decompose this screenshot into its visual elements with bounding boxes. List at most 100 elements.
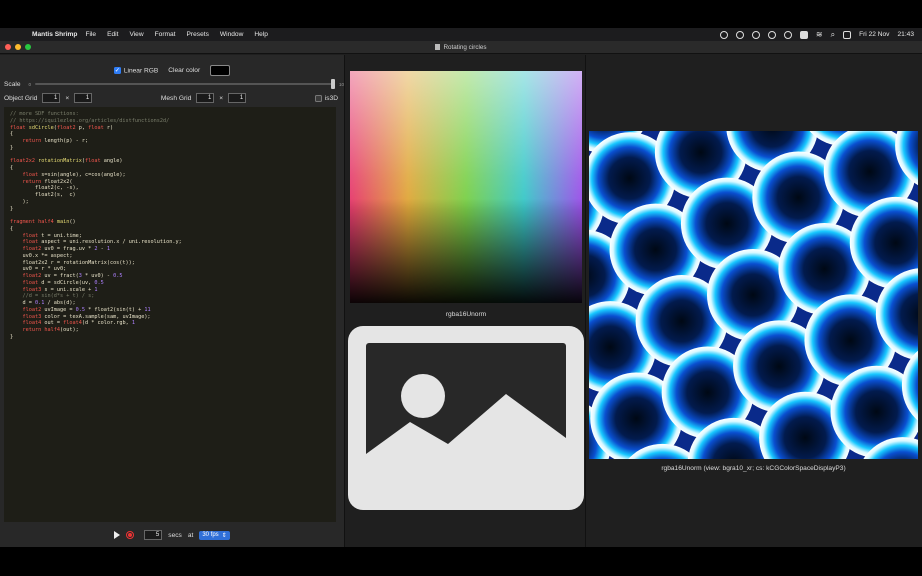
code-line: );: [10, 198, 29, 205]
code-line: d = 0.1 / abs(d);: [10, 300, 76, 306]
scale-label: Scale: [4, 80, 21, 88]
clear-color-well[interactable]: [210, 65, 231, 76]
image-drop-well[interactable]: [348, 326, 584, 510]
grid-row: Object Grid 1 × 1 Mesh Grid 1 × 1 is3D: [4, 93, 338, 103]
code-line: return float2x2(: [22, 178, 73, 185]
code-line: return half4(out);: [22, 327, 79, 333]
menu-bar: Mantis Shrimp File Edit View Format Pres…: [0, 28, 922, 41]
slider-track: [35, 83, 335, 85]
mesh-grid-x-field[interactable]: 1: [196, 93, 215, 103]
menu-help[interactable]: Help: [254, 31, 268, 38]
is3d-checkbox[interactable]: [314, 94, 322, 102]
output-format-label: rgba16Unorm (view: bgra10_xr; cs: kCGCol…: [661, 465, 846, 472]
linear-rgb-toggle[interactable]: ✓ Linear RGB: [113, 66, 159, 75]
rotating-circles-render: [589, 131, 918, 459]
playback-bar: 5 secs at 30 fps ⇕: [0, 526, 344, 544]
render-options: ✓ Linear RGB Clear color: [0, 65, 344, 76]
close-button[interactable]: [5, 44, 11, 50]
zoom-button[interactable]: [25, 44, 31, 50]
status-add-icon[interactable]: [767, 30, 776, 39]
code-line: float2 uv = fract(3 * uv0) - 0.5: [22, 273, 123, 279]
title-bar[interactable]: Rotating circles: [0, 41, 922, 54]
minimize-button[interactable]: [15, 44, 21, 50]
menu-file[interactable]: File: [85, 31, 96, 38]
scale-slider[interactable]: [35, 79, 335, 89]
object-grid-label: Object Grid: [4, 94, 38, 102]
status-area: ≋ ⌕ Fri 22 Nov 21:43: [719, 30, 914, 40]
code-line: float2(s, c): [10, 192, 76, 198]
fps-value: 30 fps: [202, 532, 219, 538]
code-line: uv0 = r * uv0;: [10, 266, 67, 273]
code-line: // https://iquilezles.org/articles/distf…: [10, 117, 170, 124]
menubar-date[interactable]: Fri 22 Nov: [859, 31, 889, 38]
menubar-time[interactable]: 21:43: [897, 31, 914, 38]
code-line: float2x2 r = rotationMatrix(cos(t));: [10, 259, 135, 266]
control-center-icon[interactable]: [843, 30, 852, 39]
linear-rgb-label: Linear RGB: [123, 67, 159, 75]
status-sync-icon[interactable]: [735, 30, 744, 39]
mesh-grid-y-field[interactable]: 1: [228, 93, 247, 103]
scale-min: 0: [28, 81, 32, 87]
editor-panel: ✓ Linear RGB Clear color Scale 0 10 Objec…: [0, 55, 344, 547]
app-window: Rotating circles ✓ Linear RGB Clear color…: [0, 41, 922, 547]
scale-row: Scale 0 10: [4, 79, 344, 89]
play-icon[interactable]: [114, 531, 121, 539]
document-icon: [435, 44, 441, 50]
times-sign: ×: [65, 94, 70, 102]
code-line: fragment half4 main(): [10, 219, 76, 225]
code-line: float t = uni.time;: [22, 232, 82, 239]
status-app-icon[interactable]: [719, 30, 728, 39]
code-line: }: [10, 205, 14, 212]
object-grid-x-field[interactable]: 1: [42, 93, 61, 103]
checkmark-icon[interactable]: ✓: [113, 66, 121, 74]
record-icon[interactable]: [126, 531, 135, 539]
divider[interactable]: [585, 55, 586, 547]
mesh-grid-label: Mesh Grid: [160, 94, 192, 102]
window-controls: [5, 44, 31, 50]
object-grid-y-field[interactable]: 1: [74, 93, 93, 103]
updown-chevron-icon: ⇕: [221, 532, 227, 539]
code-line: float sdCircle(float2 p, float r): [10, 124, 114, 131]
clear-color-label: Clear color: [168, 67, 201, 74]
code-line: float s=sin(angle), c=cos(angle);: [22, 171, 126, 178]
menu-view[interactable]: View: [129, 31, 143, 38]
wifi-icon[interactable]: ≋: [816, 30, 823, 39]
code-line: float4 out = float4(d * color.rgb, 1: [22, 320, 135, 327]
code-line: // more SDF functions:: [10, 111, 79, 117]
divider[interactable]: [344, 55, 345, 547]
code-line: float2x2 rotationMatrix(float angle): [10, 158, 123, 165]
texture-format-label: rgba16Unorm: [445, 311, 487, 318]
window-title: Rotating circles: [443, 43, 487, 51]
code-line: }: [10, 144, 14, 151]
code-line: float3 s = uni.scale + 1: [22, 286, 98, 293]
code-line: {: [10, 165, 14, 171]
code-line: float3 color = texA.sample(sam, uvImage)…: [22, 313, 151, 320]
menu-edit[interactable]: Edit: [107, 31, 118, 38]
code-line: float2(c, -s),: [10, 185, 79, 192]
status-user-icon[interactable]: [783, 30, 792, 39]
input-source-icon[interactable]: [799, 30, 808, 39]
menu-presets[interactable]: Presets: [187, 31, 209, 38]
code-line: float2 uv0 = frag.uv * 2 - 1: [22, 246, 110, 252]
fps-select[interactable]: 30 fps ⇕: [199, 530, 230, 540]
slider-knob[interactable]: [330, 79, 335, 89]
code-line: {: [10, 225, 14, 232]
menu-window[interactable]: Window: [220, 31, 243, 38]
duration-field[interactable]: 5: [144, 530, 163, 540]
code-editor[interactable]: // more SDF functions:// https://iquilez…: [4, 107, 336, 522]
image-placeholder-icon: [366, 343, 566, 470]
code-line: float aspect = uni.resolution.x / uni.re…: [22, 239, 182, 246]
secs-label: secs: [168, 531, 182, 539]
code-line: //d = sin(d*s + t) / s;: [22, 293, 95, 300]
search-icon[interactable]: ⌕: [831, 30, 835, 40]
status-grammarly-icon[interactable]: [751, 30, 760, 39]
menu-format[interactable]: Format: [155, 31, 176, 38]
code-line: return length(p) - r;: [22, 138, 89, 144]
at-label: at: [187, 531, 194, 539]
app-menu[interactable]: Mantis Shrimp: [32, 31, 77, 38]
code-line: {: [10, 131, 14, 138]
times-sign: ×: [219, 94, 224, 102]
code-line: float d = sdCircle(uv, 0.5: [22, 279, 104, 286]
